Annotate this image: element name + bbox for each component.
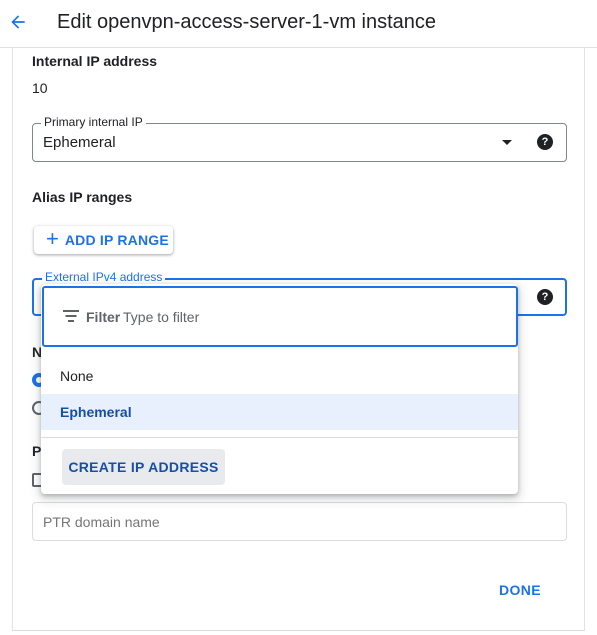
filter-icon (63, 310, 79, 322)
external-ipv4-label: External IPv4 address (42, 270, 166, 284)
done-button[interactable]: DONE (499, 582, 541, 598)
back-button[interactable] (4, 8, 32, 36)
page-title: Edit openvpn-access-server-1-vm instance (57, 11, 437, 33)
filter-input[interactable] (123, 309, 423, 325)
primary-internal-ip-value: Ephemeral (43, 134, 116, 151)
alias-ip-ranges-label: Alias IP ranges (32, 189, 133, 205)
create-ip-address-button[interactable]: CREATE IP ADDRESS (62, 449, 225, 485)
arrow-back-icon (11, 15, 25, 29)
add-ip-range-label: ADD IP RANGE (64, 232, 169, 248)
top-bar: Edit openvpn-access-server-1-vm instance (0, 0, 597, 48)
option-none[interactable]: None (41, 358, 518, 394)
help-icon[interactable]: ? (537, 134, 553, 150)
external-ip-dropdown-menu: Filter None Ephemeral CREATE IP ADDRESS (41, 284, 518, 494)
ptr-domain-input[interactable]: PTR domain name (32, 502, 567, 541)
help-icon[interactable]: ? (537, 289, 553, 305)
primary-internal-ip-label: Primary internal IP (41, 115, 146, 129)
divider (41, 437, 518, 438)
ptr-placeholder: PTR domain name (43, 514, 160, 530)
dropdown-arrow-icon (502, 140, 512, 145)
internal-ip-value: 10 (32, 80, 48, 96)
filter-bar[interactable]: Filter (42, 286, 518, 347)
primary-internal-ip-select[interactable]: Primary internal IP Ephemeral ? (32, 115, 567, 162)
filter-label: Filter (86, 309, 121, 325)
add-ip-range-button[interactable]: + ADD IP RANGE (34, 226, 173, 254)
add-icon: + (46, 226, 59, 251)
option-ephemeral[interactable]: Ephemeral (41, 394, 518, 430)
internal-ip-label: Internal IP address (32, 53, 158, 69)
